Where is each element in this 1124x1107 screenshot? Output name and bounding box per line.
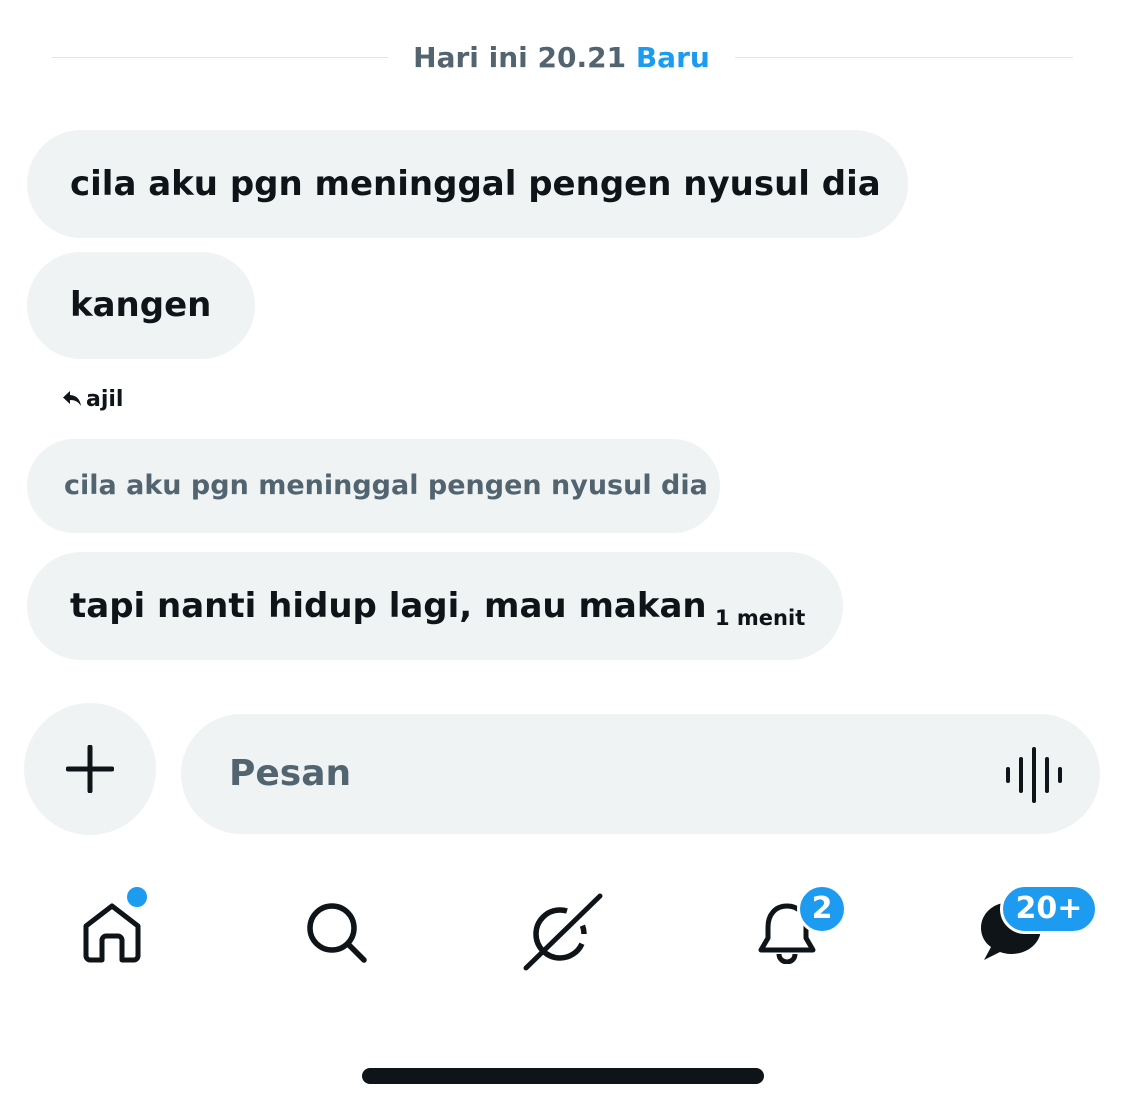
reply-arrow-icon: [63, 391, 81, 406]
bottom-nav: 2 20+: [0, 880, 1124, 990]
message-text: kangen: [70, 285, 212, 325]
nav-search[interactable]: [288, 880, 388, 980]
message-bubble[interactable]: cila aku pgn meninggal pengen nyusul dia: [27, 130, 908, 238]
grok-icon: [523, 893, 603, 971]
search-icon: [307, 903, 367, 963]
message-input[interactable]: Pesan: [181, 714, 1100, 834]
reply-author: ajil: [86, 387, 124, 412]
nav-home[interactable]: [62, 880, 162, 980]
quoted-message-text: cila aku pgn meninggal pengen nyusul dia: [64, 470, 708, 501]
home-indicator: [362, 1068, 764, 1084]
home-notification-dot: [124, 884, 150, 910]
quoted-message-bubble[interactable]: cila aku pgn meninggal pengen nyusul dia: [27, 439, 720, 533]
plus-icon: [66, 745, 114, 793]
messages-badge: 20+: [1000, 884, 1098, 934]
add-attachment-button[interactable]: [24, 703, 156, 835]
message-input-placeholder: Pesan: [229, 753, 352, 794]
voice-waveform-icon[interactable]: [1005, 747, 1063, 803]
date-label: Hari ini 20.21: [413, 41, 627, 74]
date-divider: Hari ini 20.21 Baru: [0, 38, 1124, 78]
nav-notifications[interactable]: 2: [737, 880, 847, 980]
message-timestamp: 1 menit: [715, 606, 806, 630]
new-label: Baru: [635, 41, 710, 74]
nav-grok[interactable]: [512, 880, 612, 980]
divider-line-left: [52, 57, 388, 58]
message-text: tapi nanti hidup lagi, mau makan: [70, 586, 707, 626]
message-text: cila aku pgn meninggal pengen nyusul dia: [70, 164, 881, 204]
message-bubble[interactable]: tapi nanti hidup lagi, mau makan 1 menit: [27, 552, 843, 660]
message-bubble[interactable]: kangen: [27, 252, 255, 359]
reply-indicator: ajil: [62, 384, 123, 416]
date-divider-label: Hari ini 20.21 Baru: [388, 38, 735, 78]
nav-messages[interactable]: 20+: [962, 880, 1098, 980]
notifications-badge: 2: [797, 884, 847, 934]
divider-line-right: [735, 57, 1073, 58]
